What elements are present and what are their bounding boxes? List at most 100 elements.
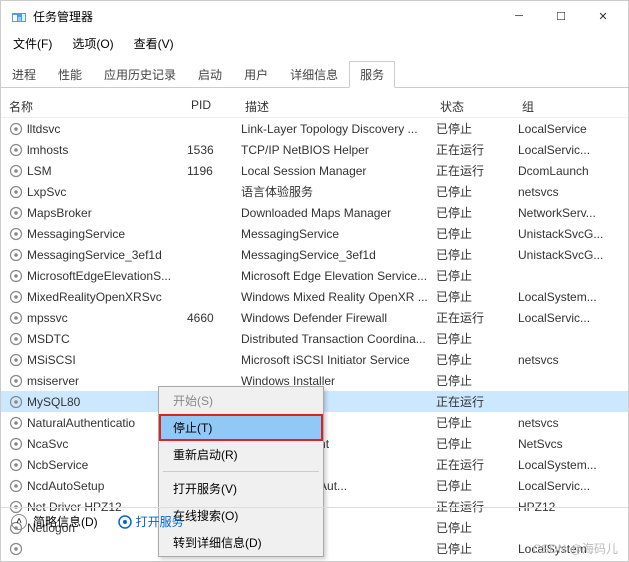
svc-desc: Downloaded Maps Manager [241,206,436,220]
maximize-button[interactable]: ☐ [540,2,582,30]
table-row[interactable]: MicrosoftEdgeElevationS...Microsoft Edge… [1,265,628,286]
svc-status: 已停止 [436,183,518,200]
svc-group: LocalService [518,122,620,136]
header-status[interactable]: 状态 [440,98,522,115]
svc-status: 正在运行 [436,393,518,410]
menu-file[interactable]: 文件(F) [9,33,56,54]
svc-group: LocalSystem... [518,290,620,304]
svc-desc: Microsoft Edge Elevation Service... [241,269,436,283]
table-row[interactable]: MSDTC Distributed Transaction Coordina...… [1,328,628,349]
gear-icon [9,479,23,493]
watermark: CSDN @海码儿 [532,540,618,557]
gear-icon [9,269,23,283]
table-row[interactable]: mpssvc4660Windows Defender Firewall正在运行L… [1,307,628,328]
gear-icon [9,374,23,388]
fewer-details-icon[interactable]: ˄ [11,514,27,530]
svc-name: MSDTC [27,332,70,346]
gear-icon [9,458,23,472]
gear-icon [9,248,23,262]
ctx-openservices[interactable]: 打开服务(V) [159,475,323,502]
svc-name: mpssvc [27,311,68,325]
tab-apphistory[interactable]: 应用历史记录 [93,61,187,88]
svc-status: 已停止 [436,288,518,305]
svc-status: 已停止 [436,372,518,389]
gear-icon [9,437,23,451]
open-services-label: 打开服务 [136,513,184,530]
svc-status: 已停止 [436,477,518,494]
close-button[interactable]: ✕ [582,2,624,30]
ctx-separator [163,471,319,472]
gear-icon [9,395,23,409]
svc-name: lltdsvc [27,122,60,136]
tab-performance[interactable]: 性能 [47,61,93,88]
services-icon [118,515,132,529]
svc-desc: Link-Layer Topology Discovery ... [241,122,436,136]
svc-group: DcomLaunch [518,164,620,178]
svc-status: 正在运行 [436,162,518,179]
svc-desc: TCP/IP NetBIOS Helper [241,143,436,157]
svc-status: 已停止 [436,540,518,557]
tab-details[interactable]: 详细信息 [279,61,349,88]
gear-icon [9,143,23,157]
svc-status: 已停止 [436,267,518,284]
table-row[interactable]: MixedRealityOpenXRSvcWindows Mixed Reali… [1,286,628,307]
tab-services[interactable]: 服务 [349,61,395,88]
table-row[interactable]: LxpSvc语言体验服务已停止netsvcs [1,181,628,202]
svc-group: netsvcs [518,353,620,367]
table-row[interactable]: MessagingServiceMessagingService已停止Unist… [1,223,628,244]
header-group[interactable]: 组 [522,98,620,115]
titlebar: 任务管理器 ─ ☐ ✕ [1,1,628,31]
header-pid[interactable]: PID [191,98,245,115]
table-row[interactable]: LSM1196Local Session Manager正在运行DcomLaun… [1,160,628,181]
svc-name: MapsBroker [27,206,92,220]
svc-desc: Distributed Transaction Coordina... [241,332,436,346]
tab-users[interactable]: 用户 [233,61,279,88]
svc-name: MessagingService_3ef1d [27,248,162,262]
svc-status: 已停止 [436,204,518,221]
svc-pid: 4660 [187,311,241,325]
svc-status: 已停止 [436,351,518,368]
table-row[interactable]: MapsBroker Downloaded Maps Manager已停止Netw… [1,202,628,223]
svc-desc: 语言体验服务 [241,183,436,200]
svc-group: NetworkServ... [518,206,620,220]
ctx-stop[interactable]: 停止(T) [159,414,323,441]
table-row[interactable]: lmhosts 1536TCP/IP NetBIOS Helper正在运行Loca… [1,139,628,160]
svc-status: 正在运行 [436,309,518,326]
table-row[interactable]: MessagingService_3ef1dMessagingService_3… [1,244,628,265]
header-name[interactable]: 名称 [9,98,191,115]
menu-options[interactable]: 选项(O) [68,33,117,54]
fewer-details-label[interactable]: 简略信息(D) [33,513,98,530]
svc-group: UnistackSvcG... [518,248,620,262]
menu-view[interactable]: 查看(V) [130,33,178,54]
table-row[interactable]: MSiSCSIMicrosoft iSCSI Initiator Service… [1,349,628,370]
ctx-start: 开始(S) [159,387,323,414]
tab-startup[interactable]: 启动 [187,61,233,88]
gear-icon [9,311,23,325]
ctx-restart[interactable]: 重新启动(R) [159,441,323,468]
gear-icon [9,164,23,178]
svc-status: 已停止 [436,330,518,347]
svc-desc: Local Session Manager [241,164,436,178]
open-services-link[interactable]: 打开服务 [118,513,184,530]
svc-status: 正在运行 [436,141,518,158]
gear-icon [9,122,23,136]
minimize-button[interactable]: ─ [498,2,540,30]
svc-name: lmhosts [27,143,68,157]
svc-status: 已停止 [436,225,518,242]
tab-processes[interactable]: 进程 [1,61,47,88]
gear-icon [9,542,23,556]
svc-name: MSiSCSI [27,353,76,367]
svc-name: MySQL80 [27,395,80,409]
svc-name: NcaSvc [27,437,68,451]
svc-name: LSM [27,164,52,178]
header-desc[interactable]: 描述 [245,98,440,115]
svc-pid: 1536 [187,143,241,157]
svc-group: NetSvcs [518,437,620,451]
svc-group: LocalSystem... [518,458,620,472]
svc-status: 已停止 [436,414,518,431]
svc-group: netsvcs [518,185,620,199]
svc-group: LocalServic... [518,143,620,157]
gear-icon [9,416,23,430]
table-row[interactable]: lltdsvc Link-Layer Topology Discovery ...… [1,118,628,139]
svc-status: 已停止 [436,435,518,452]
